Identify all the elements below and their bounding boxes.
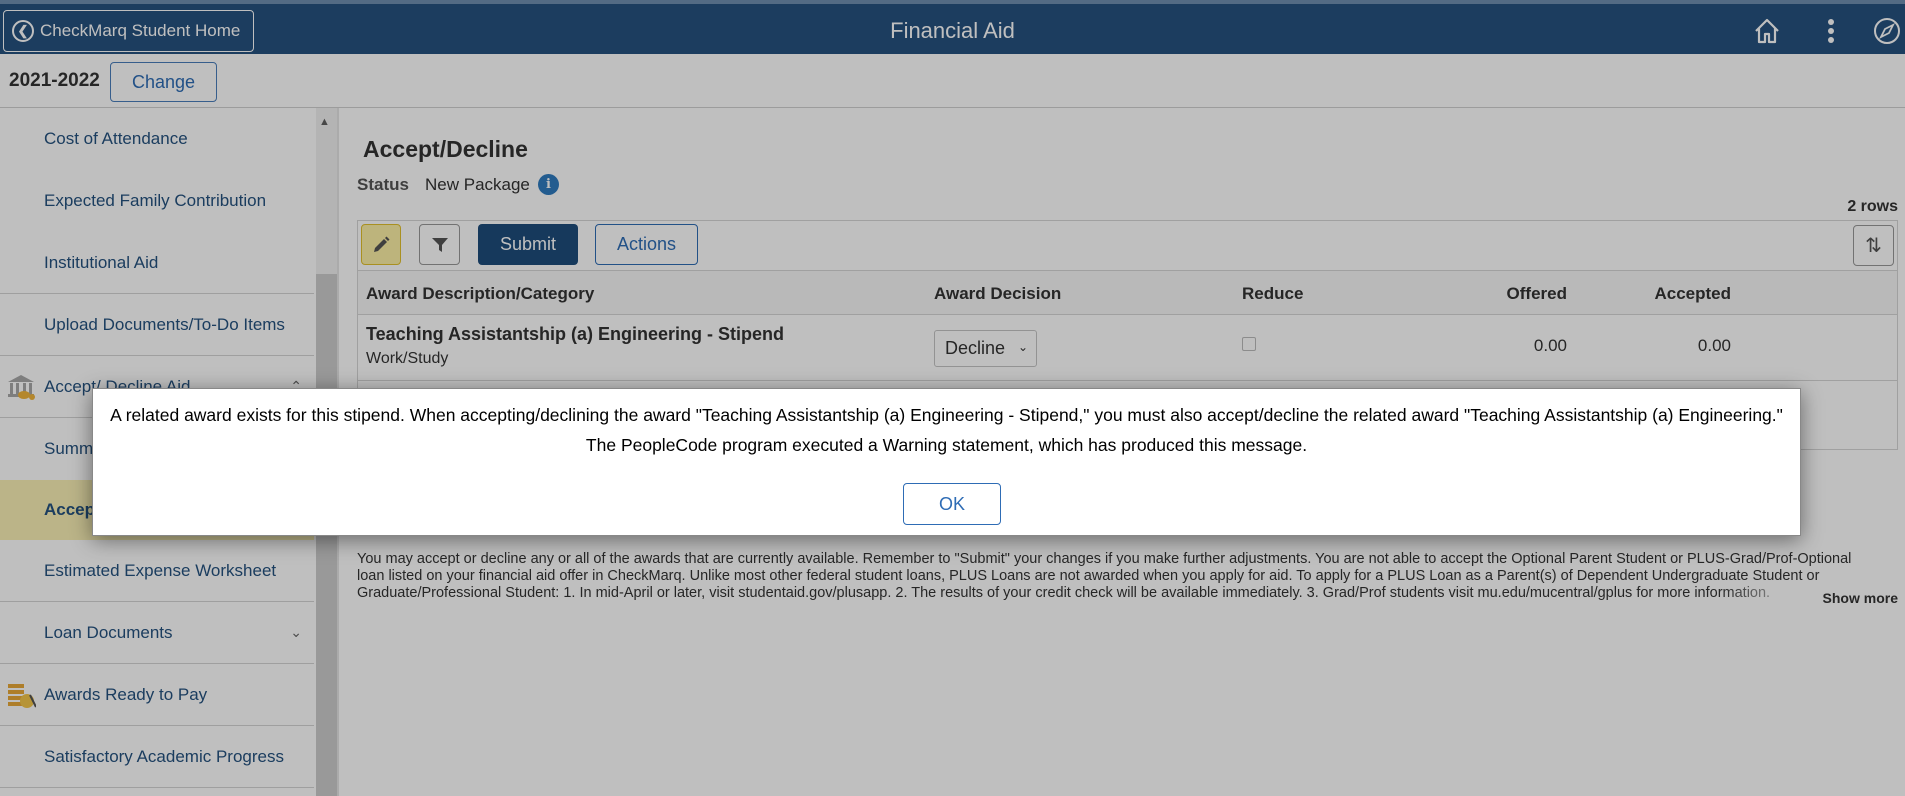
ok-button[interactable]: OK	[903, 483, 1001, 525]
warning-message: A related award exists for this stipend.…	[110, 405, 1783, 425]
warning-dialog: A related award exists for this stipend.…	[92, 388, 1801, 536]
peoplecode-warning-note: The PeopleCode program executed a Warnin…	[585, 435, 1308, 455]
